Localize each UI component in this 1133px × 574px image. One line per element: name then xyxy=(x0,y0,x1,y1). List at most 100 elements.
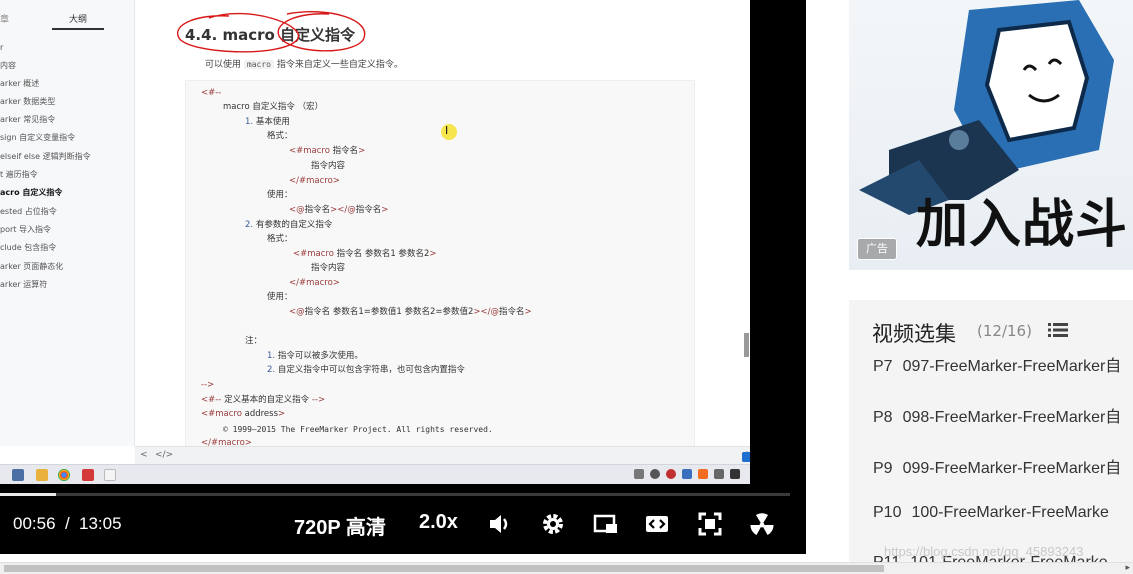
intro-after: 指令来自定义一些自定义指令。 xyxy=(276,60,403,70)
time-separator: / xyxy=(65,514,70,533)
episode-item[interactable]: P7 097-FreeMarker-FreeMarker自 xyxy=(873,352,1121,376)
ime-grid-icon[interactable] xyxy=(742,452,750,462)
outline-item[interactable]: arker 数据类型 xyxy=(0,96,55,107)
ad-badge: 广告 xyxy=(857,238,897,260)
outline-item[interactable]: arker 页面静态化 xyxy=(0,261,63,272)
app-icon[interactable] xyxy=(104,469,116,481)
inline-code: macro xyxy=(243,60,274,69)
list-view-icon[interactable] xyxy=(1048,322,1068,338)
scrollbar-thumb[interactable] xyxy=(744,333,749,357)
tray-icon[interactable] xyxy=(650,469,660,479)
speed-button[interactable]: 2.0x xyxy=(419,511,458,534)
code-line: 1. 指令可以被多次使用。 xyxy=(267,351,363,361)
code-line: 注： xyxy=(245,336,263,346)
volume-icon[interactable] xyxy=(486,510,514,538)
code-line: 2. 自定义指令中可以包含字符串，也可包含内置指令 xyxy=(267,365,465,375)
code-line: 指令内容 xyxy=(311,161,346,171)
outline-panel: 章 大纲 r 内容 arker 概述 arker 数据类型 arker 常见指令… xyxy=(0,0,135,446)
code-line: <#macro 指令名 参数名1 参数名2> xyxy=(293,249,437,259)
scrollbar-thumb[interactable] xyxy=(4,565,884,572)
file-explorer-icon[interactable] xyxy=(36,469,48,481)
code-block[interactable]: <#-- macro 自定义指令 （宏） 1. 基本使用 格式： <#macro… xyxy=(185,80,695,446)
outline-item[interactable]: arker 概述 xyxy=(0,78,39,89)
episode-item[interactable]: P10 100-FreeMarker-FreeMarke xyxy=(873,504,1109,522)
picture-in-picture-icon[interactable] xyxy=(592,510,620,538)
intro-before: 可以使用 xyxy=(205,60,242,70)
os-taskbar xyxy=(0,464,750,484)
collapse-arrow-icon[interactable]: < xyxy=(140,450,148,460)
tray-icon[interactable] xyxy=(666,469,676,479)
scroll-right-arrow-icon[interactable]: ▸ xyxy=(1125,563,1130,573)
outline-item[interactable]: arker 常见指令 xyxy=(0,114,55,125)
outline-item[interactable]: elseif else 逻辑判断指令 xyxy=(0,151,91,162)
blog-watermark: https://blog.csdn.net/qq_45893243 xyxy=(884,544,1084,559)
chrome-icon[interactable] xyxy=(58,469,70,481)
editor-status-bar: < </> S 中 ☽ ·, ☺ ⌨ ☀ xyxy=(135,446,750,464)
notification-icon[interactable] xyxy=(730,469,740,479)
progress-fill xyxy=(0,493,57,496)
tab-chapters[interactable]: 章 xyxy=(0,12,9,25)
episode-count: (12/16) xyxy=(977,322,1032,340)
code-line: © 1999–2015 The FreeMarker Project. All … xyxy=(223,425,493,434)
tray-icon[interactable] xyxy=(682,469,692,479)
episode-item[interactable]: P9 099-FreeMarker-FreeMarker自 xyxy=(873,454,1121,478)
code-line: 格式： xyxy=(267,131,293,141)
code-line: 使用： xyxy=(267,190,293,200)
fullscreen-icon[interactable] xyxy=(696,510,724,538)
settings-gear-icon[interactable] xyxy=(539,510,567,538)
outline-item[interactable]: arker 运算符 xyxy=(0,279,47,290)
code-line: 格式： xyxy=(267,234,293,244)
horizontal-scrollbar[interactable]: ▸ xyxy=(0,562,1133,574)
intro-text: 可以使用 macro 指令来自定义一些自定义指令。 xyxy=(205,57,403,70)
current-time: 00:56 xyxy=(13,514,56,533)
outline-item[interactable]: sign 自定义变量指令 xyxy=(0,132,75,143)
widescreen-icon[interactable] xyxy=(643,510,671,538)
code-line: --> xyxy=(201,380,215,390)
code-line: <#macro address> xyxy=(201,409,286,419)
outline-item[interactable]: 内容 xyxy=(0,60,16,71)
source-code-toggle[interactable]: </> xyxy=(155,450,173,460)
code-line: 1. 基本使用 xyxy=(245,117,290,127)
code-line: </#macro> xyxy=(289,278,340,288)
outline-item[interactable]: port 导入指令 xyxy=(0,224,51,235)
outline-tabs: 章 大纲 xyxy=(0,6,134,30)
text-cursor-icon: I xyxy=(445,124,449,137)
document-view[interactable]: 4.4. macro 自定义指令 可以使用 macro 指令来自定义一些自定义指… xyxy=(135,0,750,446)
annotation-circles xyxy=(176,11,366,53)
tray-icon[interactable] xyxy=(698,469,708,479)
code-line: <@指令名 参数名1=参数值1 参数名2=参数值2></@指令名> xyxy=(289,307,532,317)
system-tray xyxy=(634,469,740,479)
total-time: 13:05 xyxy=(79,514,122,533)
progress-bar[interactable] xyxy=(0,493,790,496)
radiation-icon[interactable] xyxy=(748,510,776,538)
code-line: 使用： xyxy=(267,292,293,302)
ad-banner-text: 加入战斗 xyxy=(916,195,1129,255)
outline-item[interactable]: r xyxy=(0,42,3,53)
episode-panel-title: 视频选集 xyxy=(872,322,956,346)
code-line: </#macro> xyxy=(289,176,340,186)
code-line: <#-- 定义基本的自定义指令 --> xyxy=(201,395,326,405)
outline-item[interactable]: clude 包含指令 xyxy=(0,242,56,253)
video-player[interactable]: 章 大纲 r 内容 arker 概述 arker 数据类型 arker 常见指令… xyxy=(0,0,806,554)
ad-thumbnail[interactable]: 加入战斗 广告 xyxy=(849,0,1133,270)
outline-item[interactable]: ested 占位指令 xyxy=(0,206,57,217)
outline-item[interactable]: t 遍历指令 xyxy=(0,169,38,180)
code-line: <#-- xyxy=(201,88,222,98)
video-frame[interactable]: 章 大纲 r 内容 arker 概述 arker 数据类型 arker 常见指令… xyxy=(0,0,750,484)
outline-item-active[interactable]: acro 自定义指令 xyxy=(0,187,62,198)
episode-item[interactable]: P8 098-FreeMarker-FreeMarker自 xyxy=(873,403,1121,427)
code-line: <@指令名></@指令名> xyxy=(289,205,389,215)
taskview-icon[interactable] xyxy=(12,469,24,481)
code-line: macro 自定义指令 （宏） xyxy=(223,102,324,112)
code-line: 2. 有参数的自定义指令 xyxy=(245,220,333,230)
code-line: <#macro 指令名> xyxy=(289,146,366,156)
active-tab-underline xyxy=(52,28,104,30)
screen: 章 大纲 r 内容 arker 概述 arker 数据类型 arker 常见指令… xyxy=(0,0,1133,574)
code-line: </#macro> xyxy=(201,438,252,446)
tab-outline[interactable]: 大纲 xyxy=(52,12,104,25)
tray-icon[interactable] xyxy=(714,469,724,479)
code-line: 指令内容 xyxy=(311,263,346,273)
quality-button[interactable]: 720P 高清 xyxy=(294,511,386,540)
tray-icon[interactable] xyxy=(634,469,644,479)
app-icon[interactable] xyxy=(82,469,94,481)
